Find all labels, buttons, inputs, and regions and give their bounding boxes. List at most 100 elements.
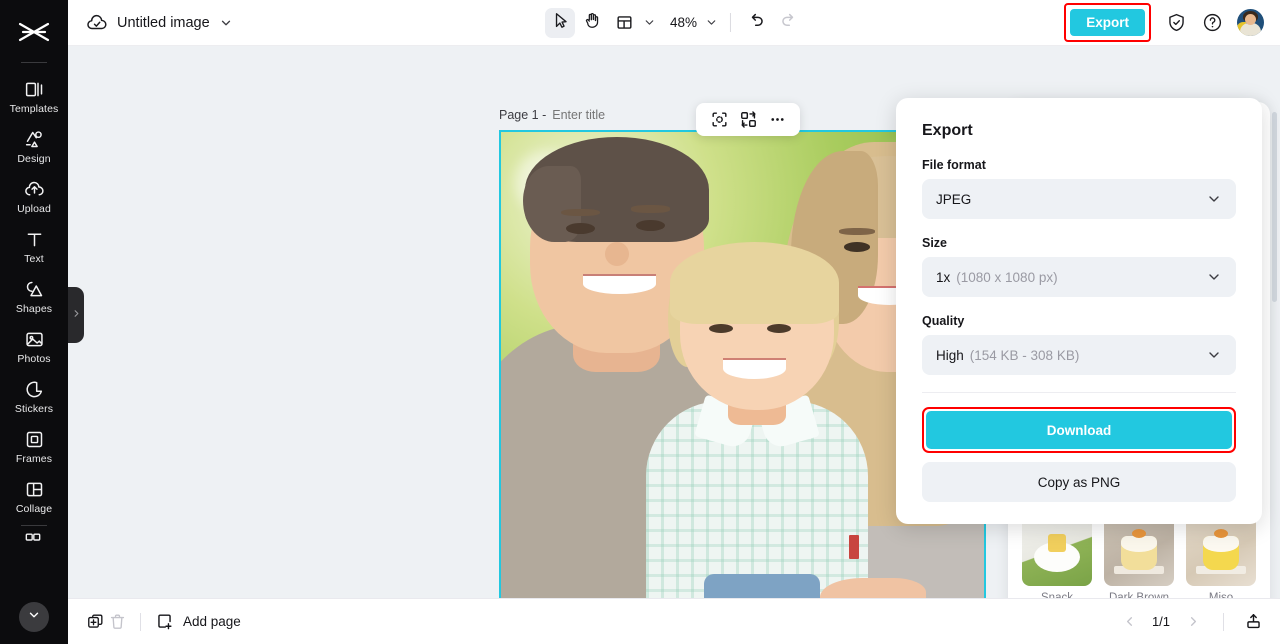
add-page-icon xyxy=(153,611,175,633)
thumbnail-image xyxy=(1022,516,1092,586)
trash-icon[interactable] xyxy=(106,611,128,633)
more-options-icon[interactable] xyxy=(765,108,789,132)
sidebar-divider-bottom xyxy=(21,525,47,526)
sidebar-item-photos[interactable]: Photos xyxy=(0,321,68,371)
user-avatar[interactable] xyxy=(1237,9,1264,36)
file-format-label: File format xyxy=(922,158,1236,172)
chevron-down-icon xyxy=(1206,191,1222,207)
export-panel-title: Export xyxy=(922,122,1236,140)
thumbnail-item[interactable]: Snack xyxy=(1022,516,1092,598)
frames-icon xyxy=(23,428,45,450)
child-eye xyxy=(767,324,791,333)
export-button-highlight: Export xyxy=(1064,3,1151,42)
page-count: 1/1 xyxy=(1147,614,1175,629)
chevron-down-icon xyxy=(640,9,658,37)
page-title-input[interactable] xyxy=(552,108,672,122)
panel-expand-handle[interactable] xyxy=(68,287,84,343)
size-value: 1x xyxy=(936,270,950,285)
shield-check-icon[interactable] xyxy=(1165,12,1187,34)
sidebar-item-label: Design xyxy=(17,153,50,165)
templates-icon xyxy=(23,78,45,100)
export-dropdown-panel: Export File format JPEG Size 1x (1080 x … xyxy=(896,98,1262,524)
upload-cloud-icon xyxy=(23,178,45,200)
sidebar-item-upload[interactable]: Upload xyxy=(0,171,68,221)
select-tool-button[interactable] xyxy=(545,8,575,38)
document-info: Untitled image xyxy=(68,12,233,34)
top-toolbar: Untitled image xyxy=(68,0,1280,46)
export-upload-icon[interactable] xyxy=(1242,611,1264,633)
left-sidebar: Templates Design Upload xyxy=(0,0,68,644)
sidebar-divider-top xyxy=(21,62,47,63)
layout-tool-button[interactable] xyxy=(609,8,658,38)
child-fringe xyxy=(670,242,839,324)
bottom-divider xyxy=(140,613,141,631)
canvas-workspace[interactable]: Page 1 - xyxy=(68,46,1280,598)
child-jeans xyxy=(704,574,820,598)
download-button[interactable]: Download xyxy=(926,411,1232,449)
add-page-button[interactable]: Add page xyxy=(153,611,241,633)
size-select[interactable]: 1x (1080 x 1080 px) xyxy=(922,257,1236,297)
chevron-left-icon[interactable] xyxy=(1117,610,1141,634)
main-area: Untitled image xyxy=(68,0,1280,644)
redo-button[interactable] xyxy=(773,8,803,38)
sidebar-item-label: Collage xyxy=(16,503,52,515)
sidebar-item-stickers[interactable]: Stickers xyxy=(0,371,68,421)
father-smile xyxy=(583,274,655,294)
chevron-down-icon xyxy=(27,608,41,627)
export-panel-divider xyxy=(922,392,1236,393)
sidebar-item-frames[interactable]: Frames xyxy=(0,421,68,471)
father-brow xyxy=(561,209,600,217)
quality-value: High xyxy=(936,348,964,363)
thumb-drip xyxy=(1121,536,1157,552)
design-icon xyxy=(23,128,45,150)
chevron-down-icon xyxy=(702,9,720,37)
child-shirt-tag xyxy=(849,535,860,559)
toolbar-divider xyxy=(730,13,731,32)
chevron-right-icon xyxy=(71,306,82,324)
sidebar-collapse-button[interactable] xyxy=(19,602,49,632)
side-panel-scrollbar[interactable] xyxy=(1272,112,1277,302)
duplicate-icon[interactable] xyxy=(84,611,106,633)
collage-icon xyxy=(23,478,45,500)
copy-as-png-button[interactable]: Copy as PNG xyxy=(922,462,1236,502)
capcut-logo-icon[interactable] xyxy=(0,10,68,54)
zoom-control[interactable]: 48% xyxy=(660,9,720,37)
thumbnail-image xyxy=(1186,516,1256,586)
sidebar-item-label: Frames xyxy=(16,453,52,465)
chevron-right-icon[interactable] xyxy=(1181,610,1205,634)
document-title-caret[interactable] xyxy=(219,16,233,30)
sidebar-item-templates[interactable]: Templates xyxy=(0,71,68,121)
sidebar-item-label: Photos xyxy=(17,353,50,365)
export-button[interactable]: Export xyxy=(1070,9,1145,36)
quality-label: Quality xyxy=(922,314,1236,328)
photos-icon xyxy=(23,328,45,350)
thumbnail-item[interactable]: Dark Brown xyxy=(1104,516,1174,598)
thumbnail-item[interactable]: Miso xyxy=(1186,516,1256,598)
document-title[interactable]: Untitled image xyxy=(117,15,210,31)
size-label: Size xyxy=(922,236,1236,250)
sidebar-item-shapes[interactable]: Shapes xyxy=(0,271,68,321)
sidebar-item-label: Text xyxy=(24,253,44,265)
zoom-level-value: 48% xyxy=(660,15,701,30)
hand-tool-button[interactable] xyxy=(577,8,607,38)
file-format-select[interactable]: JPEG xyxy=(922,179,1236,219)
sidebar-item-collage[interactable]: Collage xyxy=(0,471,68,521)
sidebar-item-label: Templates xyxy=(10,103,59,115)
avatar-face xyxy=(1245,14,1256,25)
file-format-value: JPEG xyxy=(936,192,971,207)
undo-button[interactable] xyxy=(741,8,771,38)
sidebar-item-design[interactable]: Design xyxy=(0,121,68,171)
replace-image-icon[interactable] xyxy=(736,108,760,132)
sidebar-item-text[interactable]: Text xyxy=(0,221,68,271)
thumbnail-list: Snack Dark Brown xyxy=(1022,516,1256,598)
sidebar-item-more[interactable] xyxy=(0,528,68,552)
chevron-down-icon xyxy=(1206,269,1222,285)
thumb-drip xyxy=(1203,536,1239,552)
app-root: Templates Design Upload xyxy=(0,0,1280,644)
sidebar-item-label: Stickers xyxy=(15,403,53,415)
quality-select[interactable]: High (154 KB - 308 KB) xyxy=(922,335,1236,375)
help-circle-icon[interactable] xyxy=(1201,12,1223,34)
cutout-icon[interactable] xyxy=(707,108,731,132)
add-page-label: Add page xyxy=(183,614,241,629)
page-label: Page 1 - xyxy=(499,108,546,122)
